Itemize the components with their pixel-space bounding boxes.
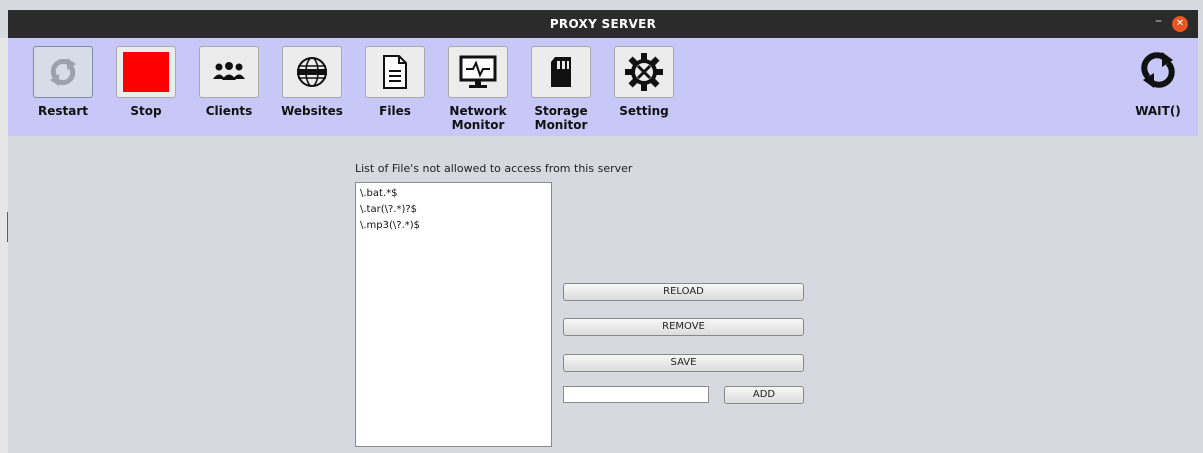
toolbar-stop-label: Stop — [130, 104, 162, 118]
minimize-button[interactable]: – — [1155, 13, 1162, 29]
new-entry-input[interactable] — [563, 386, 709, 403]
toolbar-storage-monitor-button[interactable]: Storage Monitor — [530, 46, 592, 132]
save-button[interactable]: SAVE — [563, 354, 804, 372]
restart-icon — [33, 46, 93, 98]
file-icon — [365, 46, 425, 98]
add-button[interactable]: ADD — [724, 386, 804, 404]
toolbar-websites-button[interactable]: Websites — [281, 46, 343, 118]
list-item[interactable]: \.mp3(\?.*)$ — [360, 218, 547, 234]
network-monitor-icon — [448, 46, 508, 98]
settings-gear-icon — [614, 46, 674, 98]
toolbar-setting-button[interactable]: Setting — [613, 46, 675, 118]
remove-button[interactable]: REMOVE — [563, 318, 804, 336]
wait-status: WAIT() — [1128, 50, 1188, 118]
refresh-icon — [1128, 50, 1188, 94]
clients-icon — [199, 46, 259, 98]
toolbar-restart-label: Restart — [37, 104, 88, 118]
reload-button[interactable]: RELOAD — [563, 283, 804, 301]
toolbar-setting-label: Setting — [619, 104, 669, 118]
window-title: PROXY SERVER — [549, 17, 657, 31]
left-edge — [0, 38, 8, 453]
toolbar-files-label: Files — [379, 104, 411, 118]
toolbar-storage-monitor-label: Storage Monitor — [534, 104, 588, 132]
toolbar: Restart Stop Clients Websites Files Netw… — [8, 38, 1198, 136]
blocked-files-list[interactable]: \.bat.*$ \.tar(\?.*)?$ \.mp3(\?.*)$ — [355, 182, 552, 447]
toolbar-clients-button[interactable]: Clients — [198, 46, 260, 118]
toolbar-websites-label: Websites — [281, 104, 343, 118]
close-button[interactable]: ✕ — [1172, 16, 1188, 32]
toolbar-network-monitor-label: Network Monitor — [449, 104, 507, 132]
list-item[interactable]: \.bat.*$ — [360, 186, 547, 202]
blocked-files-list-label: List of File's not allowed to access fro… — [355, 162, 633, 175]
sd-card-icon — [531, 46, 591, 98]
toolbar-files-button[interactable]: Files — [364, 46, 426, 118]
stop-icon — [116, 46, 176, 98]
toolbar-stop-button[interactable]: Stop — [115, 46, 177, 118]
toolbar-restart-button[interactable]: Restart — [32, 46, 94, 118]
toolbar-clients-label: Clients — [205, 104, 253, 118]
title-bar: PROXY SERVER – ✕ — [8, 10, 1198, 38]
wait-status-label: WAIT() — [1135, 104, 1181, 118]
toolbar-network-monitor-button[interactable]: Network Monitor — [447, 46, 509, 132]
globe-icon — [282, 46, 342, 98]
list-item[interactable]: \.tar(\?.*)?$ — [360, 202, 547, 218]
